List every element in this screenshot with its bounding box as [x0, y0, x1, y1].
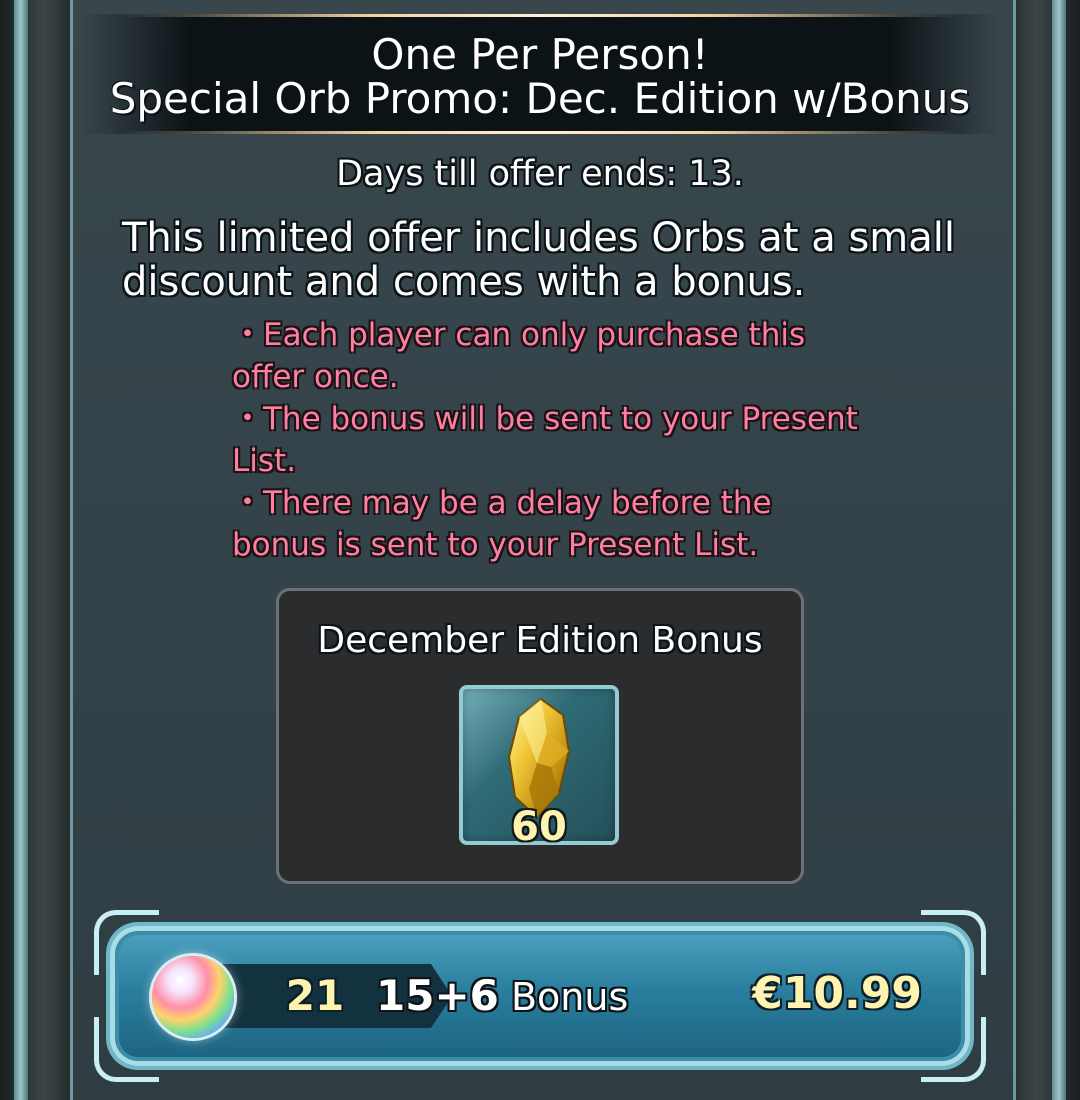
note-delay: ・There may be a delay before the bonus i… [232, 485, 772, 563]
button-corner-ornament [921, 910, 986, 975]
orb-breakdown: 15+6 Bonus [376, 968, 628, 1025]
bonus-box: December Edition Bonus 60 [276, 588, 804, 884]
orb-base-plus-bonus: 15+6 [376, 971, 499, 1020]
dialog-title-line-2: Special Orb Promo: Dec. Edition w/Bonus [109, 74, 971, 123]
dialog-title-line-1: One Per Person! [371, 30, 709, 79]
button-corner-ornament [921, 1017, 986, 1082]
orb-bonus-label: Bonus [510, 975, 629, 1019]
price-label: €10.99 [752, 968, 922, 1019]
orb-total: 21 [285, 971, 345, 1020]
bonus-title: December Edition Bonus [317, 620, 763, 661]
bonus-item-count: 60 [511, 804, 567, 850]
offer-notes: ・Each player can only purchase this offe… [232, 314, 872, 566]
orb-promo-screen: One Per Person! Special Orb Promo: Dec. … [0, 0, 1080, 1100]
note-present-list: ・The bonus will be sent to your Present … [232, 401, 858, 479]
rainbow-orb-icon [152, 956, 234, 1038]
note-once-per-player: ・Each player can only purchase this offe… [232, 317, 806, 395]
offer-description: This limited offer includes Orbs at a sm… [122, 215, 955, 305]
days-remaining-text: Days till offer ends: 13. [336, 154, 744, 194]
purchase-button[interactable]: 21 15+6 Bonus €10.99 [94, 910, 986, 1082]
button-corner-ornament [94, 910, 159, 975]
button-corner-ornament [94, 1017, 159, 1082]
bonus-item-tile: 60 [459, 685, 619, 850]
